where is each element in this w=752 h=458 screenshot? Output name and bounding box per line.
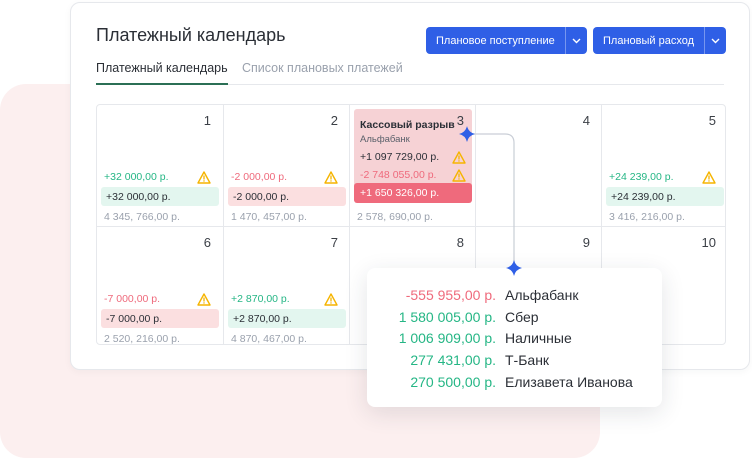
warning-triangle-icon — [452, 169, 466, 182]
chevron-down-icon[interactable] — [704, 27, 726, 54]
warning-triangle-icon — [324, 293, 338, 306]
popup-account-name: Елизавета Иванова — [505, 374, 633, 390]
day-number: 7 — [330, 235, 338, 250]
day-amount: +32 000,00 р. — [104, 171, 169, 183]
day-balance: 3 416, 216,00 р. — [609, 211, 685, 223]
calendar-day-1[interactable]: 1 +32 000,00 р. +32 000,00 р. 4 345, 766… — [97, 105, 223, 225]
payment-chip[interactable]: +24 239,00 р. — [606, 187, 724, 206]
planned-income-button[interactable]: Плановое поступление — [426, 27, 587, 54]
planned-expense-label: Плановый расход — [603, 34, 694, 47]
chevron-down-icon[interactable] — [564, 27, 587, 54]
warning-triangle-icon — [197, 293, 211, 306]
planned-expense-button[interactable]: Плановый расход — [593, 27, 726, 54]
popup-account-name: Альфабанк — [505, 287, 579, 303]
day-amount: +24 239,00 р. — [609, 171, 674, 183]
day-number: 8 — [456, 235, 464, 250]
warning-triangle-icon — [324, 171, 338, 184]
tab-planned-payments-list[interactable]: Список плановых платежей — [242, 61, 403, 75]
day-amount: +2 870,00 р. — [231, 293, 290, 305]
popup-row: 270 500,00 р. Елизавета Иванова — [367, 374, 662, 394]
day-number: 2 — [330, 113, 338, 128]
calendar-day-5[interactable]: 5 +24 239,00 р. +24 239,00 р. 3 416, 216… — [602, 105, 728, 225]
day-number: 1 — [203, 113, 211, 128]
day-number: 5 — [708, 113, 716, 128]
popup-row: 1 006 909,00 р. Наличные — [367, 330, 662, 350]
day-balance: 4 345, 766,00 р. — [104, 211, 180, 223]
calendar-day-6[interactable]: 6 -7 000,00 р. -7 000,00 р. 2 520, 216,0… — [97, 227, 223, 347]
day-number: 3 — [456, 113, 464, 128]
payment-chip[interactable]: -7 000,00 р. — [101, 309, 219, 328]
day-number: 10 — [701, 235, 716, 250]
cash-gap-title: Кассовый разрыв — [360, 119, 455, 131]
planned-income-label: Плановое поступление — [436, 34, 555, 47]
payment-chip[interactable]: +2 870,00 р. — [228, 309, 346, 328]
calendar-day-3[interactable]: Кассовый разрыв Альфабанк +1 097 729,00 … — [350, 105, 476, 225]
day-balance: 1 470, 457,00 р. — [231, 211, 307, 223]
popup-account-name: Т-Банк — [505, 352, 550, 368]
cash-gap-expense: -2 748 055,00 р. — [360, 169, 437, 181]
day-number: 4 — [582, 113, 590, 128]
warning-triangle-icon — [702, 171, 716, 184]
calendar-day-7[interactable]: 7 +2 870,00 р. +2 870,00 р. 4 870, 467,0… — [224, 227, 350, 347]
popup-amount: -555 955,00 р. — [405, 287, 496, 303]
calendar-day-4[interactable]: 4 — [476, 105, 602, 225]
page-title: Платежный календарь — [96, 25, 286, 45]
payment-chip[interactable]: +32 000,00 р. — [101, 187, 219, 206]
popup-row: 1 580 005,00 р. Сбер — [367, 309, 662, 329]
popup-row: -555 955,00 р. Альфабанк — [367, 287, 662, 307]
day-number: 6 — [203, 235, 211, 250]
cash-gap-total-chip[interactable]: +1 650 326,00 р. — [354, 183, 472, 203]
popup-row: 277 431,00 р. Т-Банк — [367, 352, 662, 372]
cash-gap-bank: Альфабанк — [360, 134, 410, 145]
day-balance: 4 870, 467,00 р. — [231, 333, 307, 345]
bank-breakdown-popup: -555 955,00 р. Альфабанк 1 580 005,00 р.… — [367, 268, 662, 407]
popup-amount: 277 431,00 р. — [410, 352, 496, 368]
day-amount: -2 000,00 р. — [231, 171, 288, 183]
tab-payment-calendar[interactable]: Платежный календарь — [96, 61, 228, 85]
cash-gap-income: +1 097 729,00 р. — [360, 151, 440, 163]
popup-amount: 270 500,00 р. — [410, 374, 496, 390]
day-amount: -7 000,00 р. — [104, 293, 161, 305]
payment-chip[interactable]: -2 000,00 р. — [228, 187, 346, 206]
tab-bar: Платежный календарь Список плановых плат… — [96, 61, 724, 85]
popup-amount: 1 580 005,00 р. — [398, 309, 496, 325]
calendar-day-2[interactable]: 2 -2 000,00 р. -2 000,00 р. 1 470, 457,0… — [224, 105, 350, 225]
warning-triangle-icon — [197, 171, 211, 184]
day-balance: 2 578, 690,00 р. — [357, 211, 433, 223]
day-number: 9 — [582, 235, 590, 250]
popup-account-name: Сбер — [505, 309, 539, 325]
popup-amount: 1 006 909,00 р. — [398, 330, 496, 346]
warning-triangle-icon — [452, 151, 466, 164]
popup-account-name: Наличные — [505, 330, 572, 346]
day-balance: 2 520, 216,00 р. — [104, 333, 180, 345]
